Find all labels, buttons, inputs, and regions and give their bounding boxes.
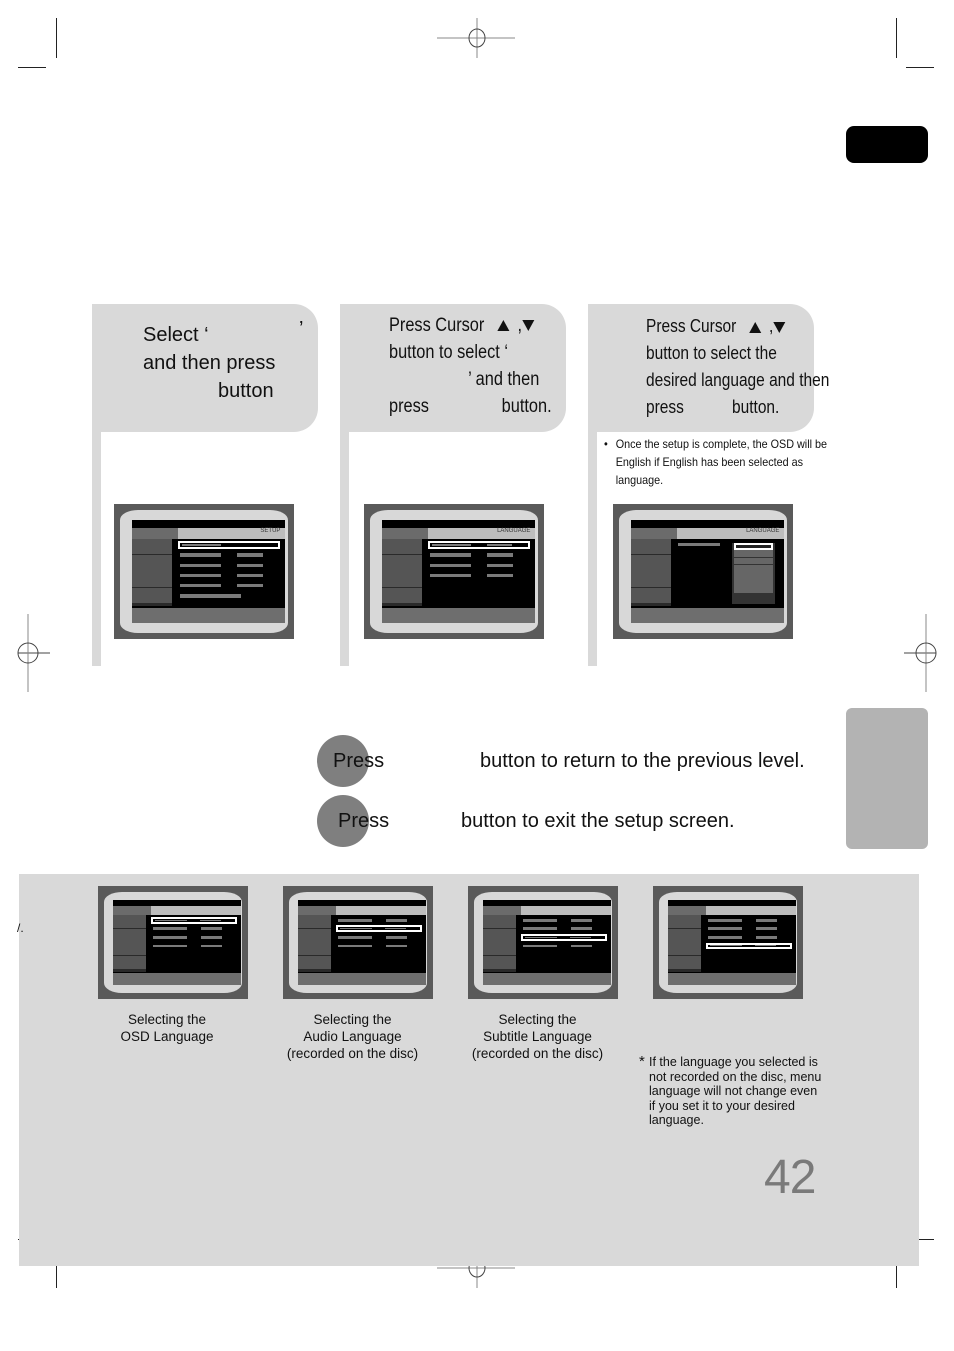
step-text-line: Select ‘ xyxy=(143,324,209,346)
registration-mark-icon xyxy=(437,18,515,58)
screen-title: LANGUAGE xyxy=(497,528,531,535)
caption-line: Selecting the xyxy=(127,1012,207,1027)
cursor-down-icon xyxy=(522,320,535,332)
step-text-line: Press Cursor xyxy=(389,315,485,336)
asterisk-icon: * xyxy=(639,1053,645,1070)
step-text-line: press xyxy=(646,397,684,417)
caption-line: (recorded on the disc) xyxy=(286,1046,419,1061)
step-1-bar xyxy=(92,430,101,666)
step-text-line: button. xyxy=(501,396,552,417)
note-text: Once the setup is complete, the OSD will… xyxy=(615,437,828,487)
osd-screen-osd-language xyxy=(98,886,248,999)
osd-screen-language-list: LANGUAGE xyxy=(613,504,793,639)
cursor-down-icon xyxy=(773,321,786,333)
step-text-line: button to select ‘ xyxy=(389,342,509,363)
footnote-line: If the language you selected is xyxy=(649,1055,818,1069)
caption-line: Audio Language xyxy=(303,1029,402,1044)
step-2-bar xyxy=(340,430,349,666)
exit-instruction: button to exit the setup screen. xyxy=(461,810,735,832)
osd-screen-audio-language xyxy=(283,886,433,999)
step-text-line: and then press xyxy=(143,352,276,374)
chapter-tab xyxy=(846,126,928,163)
crop-mark xyxy=(56,18,57,58)
step-text-line: press xyxy=(389,396,429,417)
footnote-line: language. xyxy=(649,1113,704,1127)
caption-subtitle-language: Selecting the Subtitle Language (recorde… xyxy=(455,1011,620,1062)
caption-audio-language: Selecting the Audio Language (recorded o… xyxy=(270,1011,435,1062)
osd-screen-language: LANGUAGE xyxy=(364,504,544,639)
screen-title: SETUP xyxy=(260,528,281,535)
step-text-line: Press Cursor xyxy=(646,316,737,336)
left-fragment: /. xyxy=(17,921,24,935)
section-tab xyxy=(846,708,928,849)
caption-line: Selecting the xyxy=(498,1012,577,1027)
screen-title: LANGUAGE xyxy=(746,528,780,535)
caption-line: Subtitle Language xyxy=(483,1029,592,1044)
footnote: * If the language you selected is not re… xyxy=(639,1053,839,1128)
registration-mark-icon xyxy=(904,614,937,692)
caption-line: (recorded on the disc) xyxy=(471,1046,604,1061)
step-text-line: button to select the xyxy=(646,343,777,363)
crop-mark xyxy=(18,67,46,68)
exit-press-label: Press xyxy=(338,810,390,832)
crop-mark xyxy=(906,67,934,68)
osd-screen-setup: SETUP xyxy=(114,504,294,639)
step-3-note: • Once the setup is complete, the OSD wi… xyxy=(604,435,829,489)
bullet-icon: • xyxy=(604,437,608,451)
step-text-line: button. xyxy=(732,397,780,417)
cursor-up-icon xyxy=(497,320,510,332)
caption-osd-language: Selecting the OSD Language xyxy=(92,1011,242,1045)
step-text-line: ’ xyxy=(299,318,304,340)
crop-mark xyxy=(896,18,897,58)
step-text-line: desired language and then xyxy=(646,370,830,390)
caption-line: OSD Language xyxy=(120,1029,214,1044)
step-3-bar xyxy=(588,430,597,666)
footnote-line: not recorded on the disc, menu xyxy=(649,1069,822,1084)
registration-mark-icon xyxy=(17,614,50,692)
return-instruction: button to return to the previous level. xyxy=(480,750,805,772)
step-text-line: button xyxy=(218,380,274,402)
osd-screen-disc-menu-language xyxy=(653,886,803,999)
return-press-label: Press xyxy=(333,750,385,772)
caption-line: Selecting the xyxy=(313,1012,392,1027)
page-number: 42 xyxy=(764,1151,816,1204)
step-text-line: ’ and then xyxy=(468,369,540,390)
osd-screen-subtitle-language xyxy=(468,886,618,999)
footnote-line: if you set it to your desired xyxy=(649,1098,795,1113)
footnote-line: language will not change even xyxy=(649,1084,818,1098)
cursor-up-icon xyxy=(749,321,762,333)
